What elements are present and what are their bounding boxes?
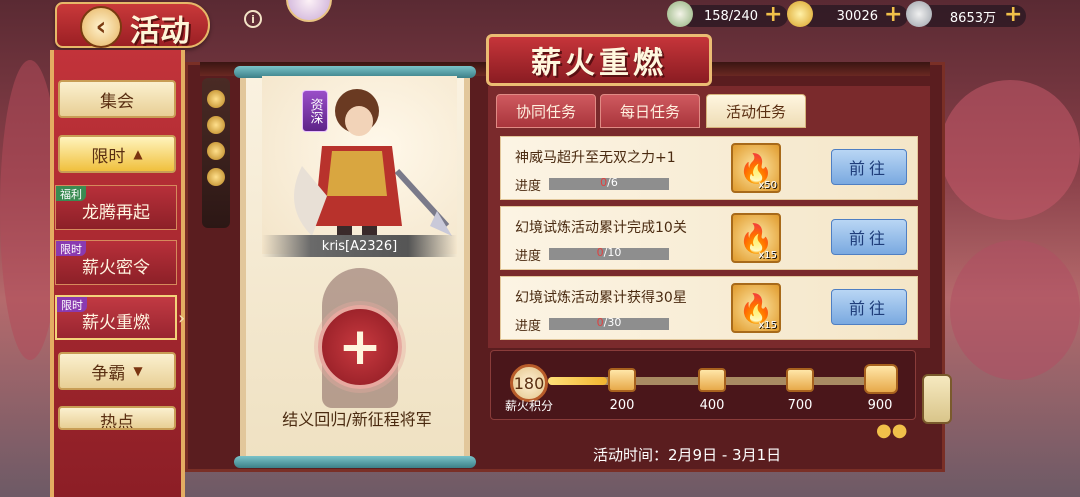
nav-item-contest[interactable]: 争霸 ▼: [58, 352, 176, 390]
add-stamina-button[interactable]: +: [764, 4, 782, 26]
task-title: 神威马超升至无双之力+1: [515, 150, 676, 166]
progress-bar: 0/6: [549, 176, 669, 190]
lantern-icon: [922, 374, 952, 424]
nav-subitem-xinhuo-chongran[interactable]: 限时 薪火重燃: [55, 295, 177, 340]
milestone-label: 700: [787, 398, 813, 413]
progress-label: 进度: [515, 319, 542, 334]
task-title: 幻境试炼活动累计获得30星: [515, 290, 687, 306]
stamina-icon: [667, 1, 693, 27]
nav-item-hotspot[interactable]: 热点: [58, 406, 176, 430]
add-silver-button[interactable]: +: [1004, 4, 1022, 26]
task-row: 幻境试炼活动累计获得30星 进度 0/30 🔥 x15 前往: [500, 276, 918, 340]
fire-reward-icon[interactable]: 🔥 x50: [731, 143, 781, 193]
go-button[interactable]: 前往: [831, 219, 907, 255]
background-blossom: [940, 80, 1080, 220]
progress-label: 进度: [515, 179, 542, 194]
progress-bar: 0/10: [549, 246, 669, 260]
task-row: 神威马超升至无双之力+1 进度 0/6 🔥 x50 前往: [500, 136, 918, 200]
task-title: 幻境试炼活动累计完成10关: [515, 220, 687, 236]
go-button[interactable]: 前往: [831, 289, 907, 325]
bead-icon: [207, 142, 225, 160]
gold-ingot-icon: [787, 1, 813, 27]
limited-tag: 限时: [56, 241, 86, 256]
add-hero-button[interactable]: +: [318, 305, 402, 389]
activity-time: 活动时间：2月9日 - 3月1日: [593, 446, 782, 464]
go-button[interactable]: 前往: [831, 149, 907, 185]
hero-rank-badge: 资深: [302, 90, 328, 132]
background-blossom: [950, 240, 1080, 380]
back-arrow-icon: ‹: [95, 12, 107, 42]
chevron-up-icon: ▲: [133, 147, 143, 161]
bead-column: [202, 78, 230, 228]
tab-daily-tasks[interactable]: 每日任务: [600, 94, 700, 128]
bead-icon: [207, 90, 225, 108]
nav-item-assembly[interactable]: 集会: [58, 80, 176, 118]
add-gold-button[interactable]: +: [884, 4, 902, 26]
progress-label: 进度: [515, 249, 542, 264]
milestone-label: 200: [609, 398, 635, 413]
tab-event-tasks[interactable]: 活动任务: [706, 94, 806, 128]
milestone-label: 900: [867, 398, 893, 413]
task-row: 幻境试炼活动累计完成10关 进度 0/10 🔥 x15 前往: [500, 206, 918, 270]
milestone-label: 400: [699, 398, 725, 413]
bead-icon: [207, 168, 225, 186]
recruit-caption: 结义回归/新征程将军: [282, 410, 432, 429]
grand-chest-icon[interactable]: [864, 364, 898, 394]
reward-chest-icon[interactable]: [698, 368, 726, 392]
welfare-tag: 福利: [56, 186, 86, 201]
limited-tag: 限时: [57, 297, 87, 312]
event-title: 薪火重燃: [486, 34, 712, 86]
info-icon[interactable]: i: [244, 10, 262, 28]
reward-chest-icon[interactable]: [786, 368, 814, 392]
score-label: 薪火积分: [505, 399, 554, 413]
silver-coin-icon: [906, 1, 932, 27]
reward-chest-icon[interactable]: [608, 368, 636, 392]
hero-name: kris[A2326]: [262, 235, 457, 257]
hero-portrait[interactable]: [262, 76, 457, 254]
back-button[interactable]: ‹: [80, 6, 122, 48]
tab-cooperative-tasks[interactable]: 协同任务: [496, 94, 596, 128]
chevron-down-icon: ▼: [133, 364, 143, 378]
avatar[interactable]: [286, 0, 332, 22]
nav-subitem-longteng[interactable]: 福利 龙腾再起: [55, 185, 177, 230]
score-fill: [548, 377, 608, 385]
nav-subitem-xinhuo-miling[interactable]: 限时 薪火密令: [55, 240, 177, 285]
fire-reward-icon[interactable]: 🔥 x15: [731, 213, 781, 263]
plus-icon: +: [338, 317, 382, 377]
hero-figure: [294, 89, 452, 251]
nav-item-limited[interactable]: 限时 ▲: [58, 135, 176, 173]
fire-reward-icon[interactable]: 🔥 x15: [731, 283, 781, 333]
scroll-rod-bottom: [234, 456, 476, 468]
progress-bar: 0/30: [549, 316, 669, 330]
page-title: 活动: [130, 14, 190, 49]
coin-pile-icon: ●●: [876, 420, 908, 441]
bead-icon: [207, 116, 225, 134]
